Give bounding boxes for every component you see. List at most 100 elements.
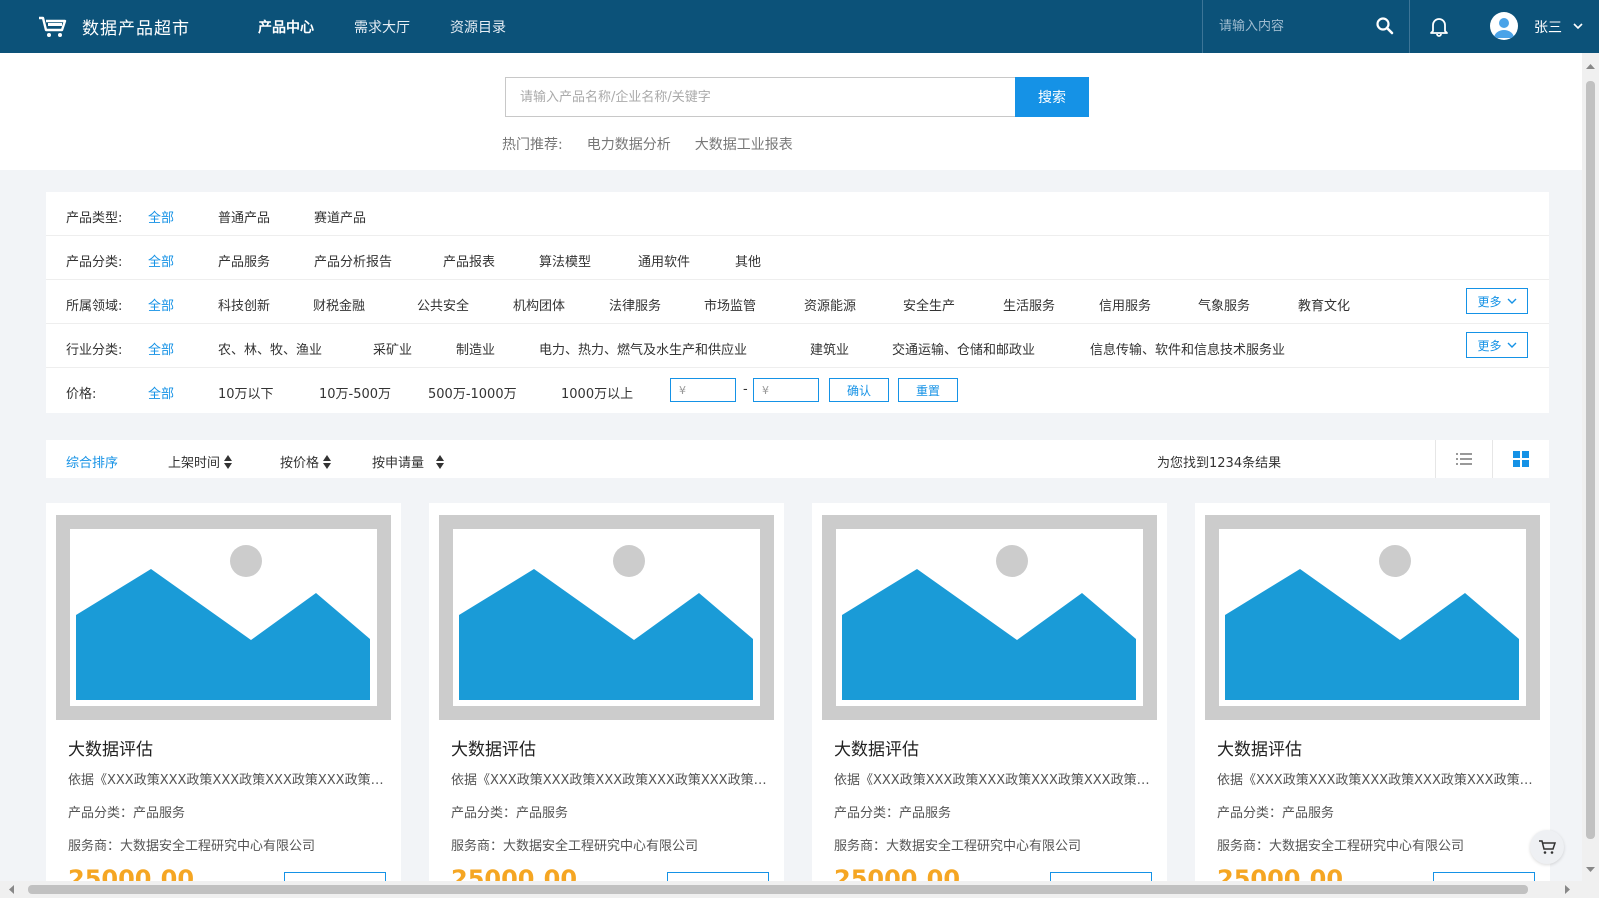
sort-default[interactable]: 综合排序 xyxy=(66,452,118,471)
filter-option[interactable]: 交通运输、仓储和邮政业 xyxy=(892,339,1035,358)
horizontal-scrollbar[interactable] xyxy=(0,881,1599,898)
filter-option[interactable]: 算法模型 xyxy=(539,251,591,270)
sort-label: 上架时间 xyxy=(168,456,221,471)
filter-option[interactable]: 赛道产品 xyxy=(314,207,366,226)
sort-by-applications[interactable]: 按申请量 xyxy=(372,452,445,471)
filter-option[interactable]: 采矿业 xyxy=(373,339,412,358)
filter-option[interactable]: 教育文化 xyxy=(1298,295,1350,314)
sort-by-price[interactable]: 按价格 xyxy=(280,452,332,471)
product-card[interactable]: 大数据评估 依据《XXX政策XXX政策XXX政策XXX政策XXX政策XXX政策》… xyxy=(46,503,401,898)
filter-row-price: 价格: 全部 10万以下 10万-500万 500万-1000万 1000万以上… xyxy=(46,368,1549,412)
product-title[interactable]: 大数据评估 xyxy=(68,735,153,760)
bell-icon[interactable] xyxy=(1428,15,1450,37)
nav-resource-catalog[interactable]: 资源目录 xyxy=(450,17,506,37)
product-title[interactable]: 大数据评估 xyxy=(834,735,919,760)
filter-option[interactable]: 安全生产 xyxy=(903,295,955,314)
hot-keyword[interactable]: 电力数据分析 xyxy=(587,134,671,154)
main-search-input[interactable] xyxy=(505,77,1015,117)
scrollbar-thumb[interactable] xyxy=(28,885,1528,894)
filter-option[interactable]: 普通产品 xyxy=(218,207,270,226)
nav-product-center[interactable]: 产品中心 xyxy=(258,17,314,37)
filter-option[interactable]: 机构团体 xyxy=(513,295,565,314)
floating-cart-button[interactable] xyxy=(1530,830,1564,864)
sort-by-time[interactable]: 上架时间 xyxy=(168,452,233,471)
sort-label: 按申请量 xyxy=(372,456,425,471)
search-section: 搜索 热门推荐: 电力数据分析 大数据工业报表 xyxy=(0,53,1582,170)
main-search: 搜索 xyxy=(505,77,1089,117)
product-card[interactable]: 大数据评估 依据《XXX政策XXX政策XXX政策XXX政策XXX政策XXX政策》… xyxy=(1195,503,1550,898)
chevron-down-icon xyxy=(1507,298,1516,304)
more-domain-button[interactable]: 更多 xyxy=(1466,288,1528,314)
filter-option[interactable]: 建筑业 xyxy=(810,339,849,358)
nav-demand-hall[interactable]: 需求大厅 xyxy=(354,17,410,37)
filter-option[interactable]: 1000万以上 xyxy=(561,383,633,402)
avatar[interactable] xyxy=(1490,12,1518,40)
list-view-button[interactable] xyxy=(1435,440,1492,478)
hot-keyword[interactable]: 大数据工业报表 xyxy=(695,134,793,154)
product-description: 依据《XXX政策XXX政策XXX政策XXX政策XXX政策XXX政策》 xyxy=(834,773,1154,788)
logo[interactable]: 数据产品超市 xyxy=(38,14,238,39)
product-description: 依据《XXX政策XXX政策XXX政策XXX政策XXX政策XXX政策》 xyxy=(68,773,388,788)
filter-option[interactable]: 全部 xyxy=(148,383,174,402)
product-description: 依据《XXX政策XXX政策XXX政策XXX政策XXX政策XXX政策》 xyxy=(1217,773,1537,788)
filter-option[interactable]: 公共安全 xyxy=(417,295,469,314)
filter-row-industry: 行业分类: 全部 农、林、牧、渔业 采矿业 制造业 电力、热力、燃气及水生产和供… xyxy=(46,324,1549,368)
scroll-right-arrow-icon[interactable] xyxy=(1562,884,1573,895)
filter-option[interactable]: 资源能源 xyxy=(804,295,856,314)
filter-option[interactable]: 科技创新 xyxy=(218,295,270,314)
more-label: 更多 xyxy=(1477,338,1502,353)
scroll-up-arrow-icon[interactable] xyxy=(1585,61,1596,72)
filter-option[interactable]: 电力、热力、燃气及水生产和供应业 xyxy=(539,339,747,358)
filter-option[interactable]: 产品报表 xyxy=(443,251,495,270)
filter-option[interactable]: 产品分析报告 xyxy=(314,251,392,270)
scrollbar-thumb[interactable] xyxy=(1586,81,1595,839)
scroll-down-arrow-icon[interactable] xyxy=(1585,864,1596,875)
more-industry-button[interactable]: 更多 xyxy=(1466,332,1528,358)
scroll-left-arrow-icon[interactable] xyxy=(6,884,17,895)
product-image-placeholder xyxy=(56,515,391,720)
filter-option[interactable]: 全部 xyxy=(148,339,174,358)
price-confirm-button[interactable]: 确认 xyxy=(829,378,889,402)
filter-option[interactable]: 全部 xyxy=(148,207,174,226)
sort-bar: 综合排序 上架时间 按价格 按申请量 为您找到1234条结果 xyxy=(46,440,1549,478)
filter-label: 产品类型: xyxy=(66,211,123,226)
filter-option[interactable]: 全部 xyxy=(148,251,174,270)
grid-view-button[interactable] xyxy=(1492,440,1549,478)
filter-option[interactable]: 法律服务 xyxy=(609,295,661,314)
filter-option[interactable]: 信息传输、软件和信息技术服务业 xyxy=(1090,339,1285,358)
price-min-input[interactable] xyxy=(670,378,736,402)
main-nav: 产品中心 需求大厅 资源目录 xyxy=(258,17,546,37)
filter-option[interactable]: 信用服务 xyxy=(1099,295,1151,314)
user-name[interactable]: 张三 xyxy=(1534,17,1562,37)
filter-option[interactable]: 生活服务 xyxy=(1003,295,1055,314)
filter-option[interactable]: 10万-500万 xyxy=(319,383,391,402)
filter-option[interactable]: 农、林、牧、渔业 xyxy=(218,339,322,358)
chevron-down-icon[interactable] xyxy=(1572,20,1584,32)
vertical-scrollbar[interactable] xyxy=(1582,53,1599,881)
filter-option[interactable]: 财税金融 xyxy=(313,295,365,314)
filter-option[interactable]: 全部 xyxy=(148,295,174,314)
product-category: 产品分类：产品服务 xyxy=(1217,806,1335,821)
sort-arrows-icon xyxy=(224,454,233,469)
search-icon[interactable] xyxy=(1375,16,1395,36)
filter-option[interactable]: 500万-1000万 xyxy=(428,383,517,402)
product-title[interactable]: 大数据评估 xyxy=(451,735,536,760)
filter-option[interactable]: 气象服务 xyxy=(1198,295,1250,314)
filter-option[interactable]: 制造业 xyxy=(456,339,495,358)
search-button[interactable]: 搜索 xyxy=(1015,77,1089,117)
grid-view-icon xyxy=(1513,451,1529,467)
filter-option[interactable]: 其他 xyxy=(735,251,761,270)
header-search-input[interactable] xyxy=(1219,19,1369,34)
hot-label: 热门推荐: xyxy=(502,137,563,153)
price-reset-button[interactable]: 重置 xyxy=(898,378,958,402)
filter-label: 所属领域: xyxy=(66,299,123,314)
product-title[interactable]: 大数据评估 xyxy=(1217,735,1302,760)
filter-option[interactable]: 10万以下 xyxy=(218,383,274,402)
price-max-input[interactable] xyxy=(753,378,819,402)
filter-option[interactable]: 市场监管 xyxy=(704,295,756,314)
filter-option[interactable]: 产品服务 xyxy=(218,251,270,270)
filter-option[interactable]: 通用软件 xyxy=(638,251,690,270)
product-vendor: 服务商：大数据安全工程研究中心有限公司 xyxy=(1217,839,1465,854)
product-card[interactable]: 大数据评估 依据《XXX政策XXX政策XXX政策XXX政策XXX政策XXX政策》… xyxy=(812,503,1167,898)
product-card[interactable]: 大数据评估 依据《XXX政策XXX政策XXX政策XXX政策XXX政策XXX政策》… xyxy=(429,503,784,898)
